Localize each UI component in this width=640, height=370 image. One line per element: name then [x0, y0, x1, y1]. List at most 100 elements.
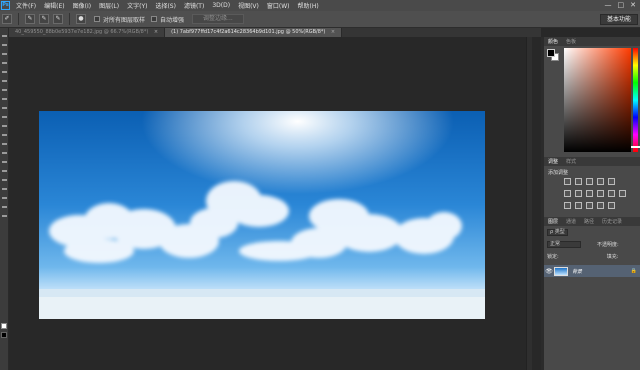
- edit-toolbar-icon[interactable]: [2, 215, 7, 217]
- healing-brush-tool-icon[interactable]: [2, 89, 7, 91]
- document-tab[interactable]: 40_459550_88b0e5937e7e182.jpg @ 66.7%(RG…: [9, 28, 166, 37]
- photo-filter-icon[interactable]: [597, 190, 604, 197]
- type-tool-icon[interactable]: [2, 170, 7, 172]
- marquee-tool-icon[interactable]: [2, 44, 7, 46]
- options-bar: ✐ ✎ ✎ ✎ ● 对所有图层取样 自动增强 调整边缘... 基本功能: [0, 11, 640, 28]
- document-tab-label: (1) 7abf977ffd17c4f2a614c28364b9d101.jpg…: [171, 29, 326, 35]
- vibrance-icon[interactable]: [608, 178, 615, 185]
- sample-all-layers-checkbox[interactable]: 对所有图层取样: [94, 15, 145, 24]
- quick-selection-tool-icon[interactable]: ✐: [2, 14, 12, 24]
- hue-saturation-icon[interactable]: [564, 190, 571, 197]
- black-white-icon[interactable]: [586, 190, 593, 197]
- selective-color-icon[interactable]: [597, 202, 604, 209]
- maximize-icon[interactable]: □: [618, 1, 625, 9]
- crop-tool-icon[interactable]: [2, 71, 7, 73]
- shape-tool-icon[interactable]: [2, 188, 7, 190]
- hand-tool-icon[interactable]: [2, 197, 7, 199]
- path-selection-tool-icon[interactable]: [2, 179, 7, 181]
- workspace-switcher-button[interactable]: 基本功能: [599, 14, 638, 25]
- background-color-swatch[interactable]: [1, 332, 7, 338]
- move-tool-icon[interactable]: [2, 35, 7, 37]
- layers-panel-tabs: 图层 通道 路径 历史记录: [544, 217, 640, 226]
- hue-slider-handle[interactable]: [631, 146, 640, 148]
- divider: [18, 13, 19, 25]
- document-canvas-image[interactable]: [39, 111, 485, 319]
- foreground-color-swatch[interactable]: [1, 323, 7, 329]
- menu-select[interactable]: 选择(S): [151, 1, 180, 10]
- menu-layer[interactable]: 图层(L): [95, 1, 123, 10]
- subtract-from-selection-icon[interactable]: ✎: [53, 14, 63, 24]
- refine-edge-button[interactable]: 调整边缘...: [192, 14, 244, 24]
- menu-image[interactable]: 图像(I): [69, 1, 95, 10]
- blend-mode-select[interactable]: 正常: [547, 241, 581, 248]
- tab-adjustments[interactable]: 调整: [544, 158, 562, 165]
- quick-selection-tool-icon[interactable]: [2, 62, 7, 64]
- tab-channels[interactable]: 通道: [562, 218, 580, 225]
- add-to-selection-icon[interactable]: ✎: [39, 14, 49, 24]
- brush-tool-icon[interactable]: [2, 98, 7, 100]
- layers-panel: 图层 通道 路径 历史记录 ρ 类型 正常 不透明度: 锁定: 填充: 👁 背景…: [544, 217, 640, 370]
- adjustment-icons-row-1: [564, 178, 615, 185]
- sky-clouds-image: [39, 111, 485, 319]
- gradient-tool-icon[interactable]: [2, 134, 7, 136]
- tab-styles[interactable]: 样式: [562, 158, 580, 165]
- canvas-workspace[interactable]: [9, 37, 541, 370]
- fill-label: 填充:: [606, 254, 619, 260]
- tab-paths[interactable]: 路径: [580, 218, 598, 225]
- close-icon[interactable]: ✕: [630, 1, 636, 9]
- document-tab-active[interactable]: (1) 7abf977ffd17c4f2a614c28364b9d101.jpg…: [165, 28, 343, 37]
- brightness-contrast-icon[interactable]: [564, 178, 571, 185]
- tab-swatches[interactable]: 色板: [562, 38, 580, 45]
- lock-label: 锁定:: [547, 254, 559, 260]
- gradient-map-icon[interactable]: [608, 202, 615, 209]
- color-lookup-icon[interactable]: [619, 190, 626, 197]
- checkbox-box[interactable]: [94, 16, 100, 22]
- layer-name[interactable]: 背景: [572, 268, 582, 275]
- pen-tool-icon[interactable]: [2, 161, 7, 163]
- dodge-tool-icon[interactable]: [2, 152, 7, 154]
- hue-slider[interactable]: [633, 48, 638, 152]
- eraser-tool-icon[interactable]: [2, 125, 7, 127]
- lasso-tool-icon[interactable]: [2, 53, 7, 55]
- tab-history[interactable]: 历史记录: [598, 218, 626, 225]
- adjustment-icons-row-2: [564, 190, 626, 197]
- menu-filter[interactable]: 滤镜(T): [180, 1, 208, 10]
- menu-3d[interactable]: 3D(D): [208, 2, 234, 9]
- checkbox-box[interactable]: [151, 16, 158, 22]
- auto-enhance-checkbox[interactable]: 自动增强: [151, 15, 184, 24]
- menu-edit[interactable]: 编辑(E): [40, 1, 68, 10]
- close-tab-icon[interactable]: ×: [154, 29, 158, 35]
- close-tab-icon[interactable]: ×: [331, 29, 335, 35]
- eye-visibility-icon[interactable]: 👁: [544, 268, 554, 275]
- color-panel: 颜色 色板: [544, 37, 640, 155]
- minimize-icon[interactable]: —: [605, 1, 612, 9]
- sample-all-layers-label: 对所有图层取样: [103, 16, 146, 24]
- menu-file[interactable]: 文件(F): [12, 1, 40, 10]
- vertical-scrollbar[interactable]: [526, 37, 532, 370]
- channel-mixer-icon[interactable]: [608, 190, 615, 197]
- zoom-tool-icon[interactable]: [2, 206, 7, 208]
- exposure-icon[interactable]: [597, 178, 604, 185]
- threshold-icon[interactable]: [586, 202, 593, 209]
- foreground-color-chip[interactable]: [547, 49, 555, 57]
- new-selection-icon[interactable]: ✎: [25, 14, 35, 24]
- layer-row-background[interactable]: 👁 背景 🔒: [544, 265, 640, 277]
- menu-help[interactable]: 帮助(H): [294, 1, 323, 10]
- menu-view[interactable]: 视图(V): [234, 1, 263, 10]
- history-brush-tool-icon[interactable]: [2, 116, 7, 118]
- brush-size-picker-icon[interactable]: ●: [76, 14, 86, 24]
- posterize-icon[interactable]: [575, 202, 582, 209]
- blur-tool-icon[interactable]: [2, 143, 7, 145]
- tab-color[interactable]: 颜色: [544, 38, 562, 45]
- levels-icon[interactable]: [575, 178, 582, 185]
- menu-type[interactable]: 文字(Y): [123, 1, 151, 10]
- menu-window[interactable]: 窗口(W): [263, 1, 294, 10]
- curves-icon[interactable]: [586, 178, 593, 185]
- invert-icon[interactable]: [564, 202, 571, 209]
- color-picker-field[interactable]: [564, 48, 631, 152]
- clone-stamp-tool-icon[interactable]: [2, 107, 7, 109]
- tab-layers[interactable]: 图层: [544, 218, 562, 225]
- eyedropper-tool-icon[interactable]: [2, 80, 7, 82]
- layer-kind-filter[interactable]: ρ 类型: [547, 229, 568, 236]
- color-balance-icon[interactable]: [575, 190, 582, 197]
